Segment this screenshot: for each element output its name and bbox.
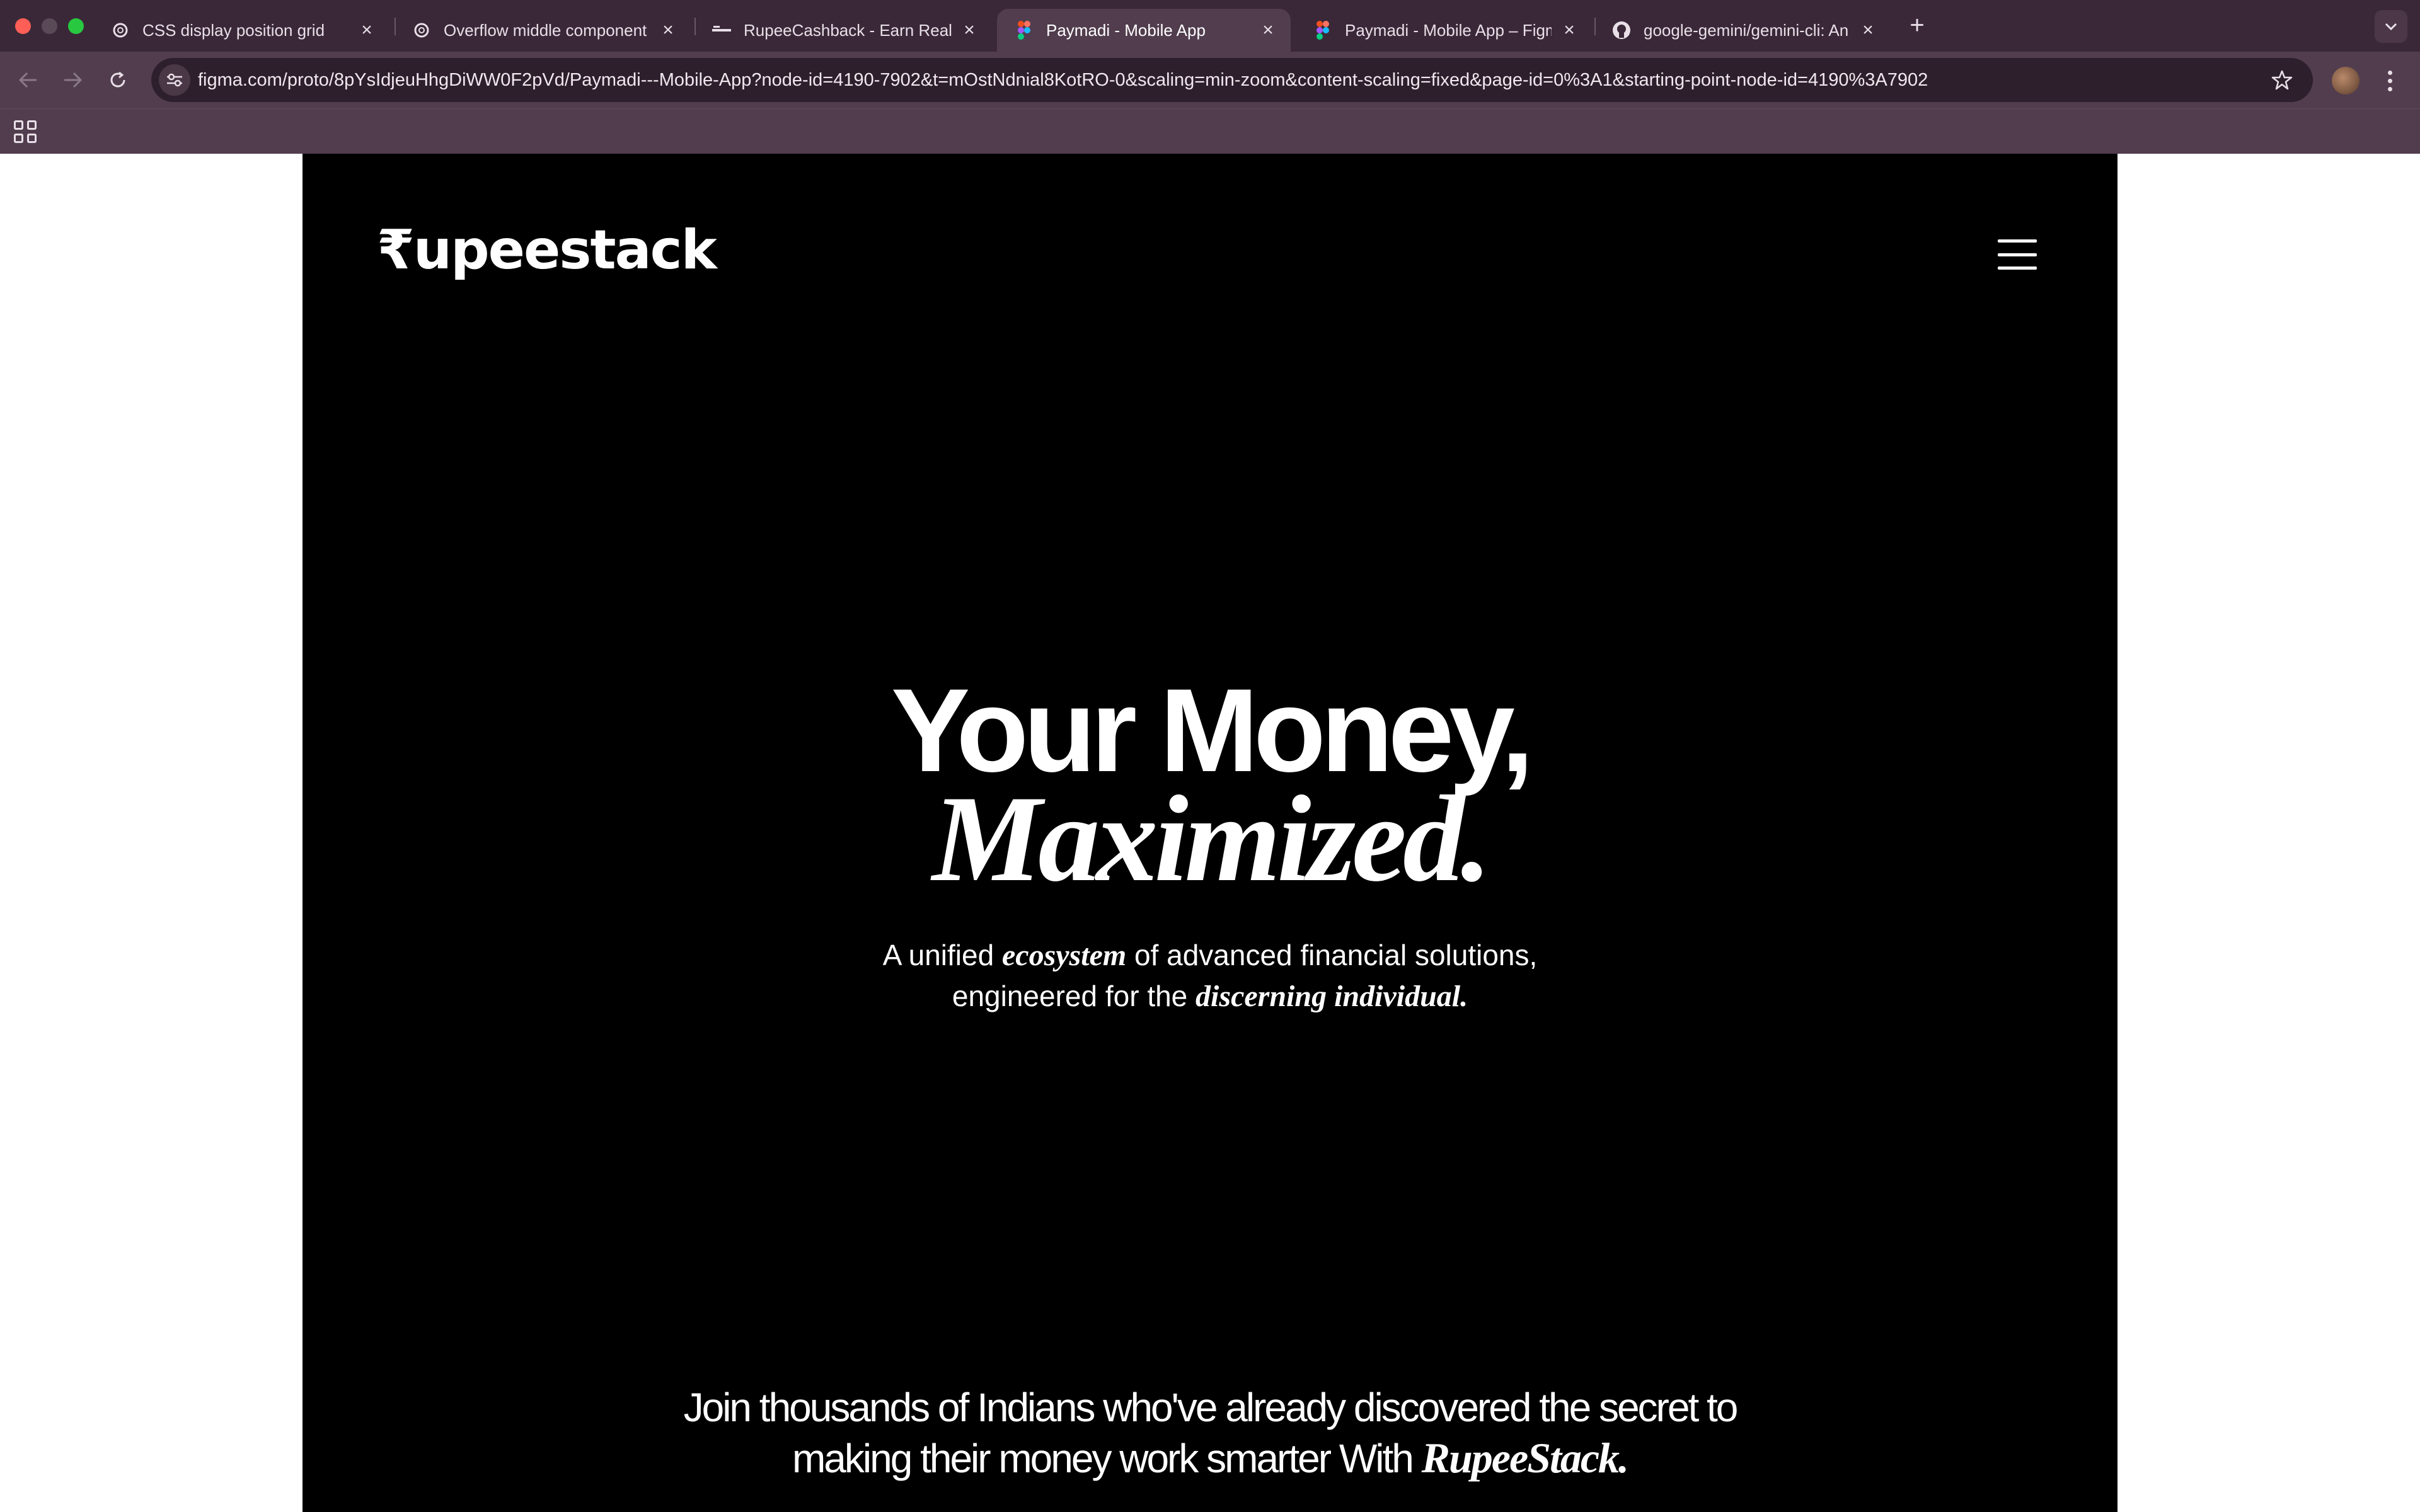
maximize-window-button[interactable] <box>68 18 84 34</box>
back-button[interactable] <box>13 64 44 96</box>
join-text: making their money work smarter With <box>792 1436 1422 1481</box>
bookmark-star-icon[interactable] <box>2267 66 2296 94</box>
browser-tab[interactable]: CSS display position grid × <box>93 9 389 52</box>
arrow-left-icon <box>18 72 37 88</box>
hero-line-1: Your Money, <box>890 664 1534 796</box>
url-text[interactable]: figma.com/proto/8pYsIdjeuHhgDiWW0F2pVd/P… <box>198 58 2215 102</box>
close-icon[interactable]: × <box>657 19 679 42</box>
hero-line-2: Maximized. <box>932 770 1492 907</box>
prototype-frame: ₹upeestack Your Money, Maximized. A unif… <box>302 154 2118 1512</box>
subtitle-emphasis: discerning individual. <box>1196 980 1468 1013</box>
chevron-down-icon <box>2385 23 2397 31</box>
hero-subtitle: A unified ecosystem of advanced financia… <box>302 935 2118 1017</box>
join-brand: RupeeStack. <box>1421 1434 1629 1482</box>
rupeecashback-icon <box>712 21 731 40</box>
menu-line <box>1998 253 2037 256</box>
figma-icon <box>1313 21 1332 40</box>
hero-heading: Your Money, Maximized. <box>302 664 2118 907</box>
subtitle-line-2: engineered for the discerning individual… <box>302 976 2118 1017</box>
figma-icon <box>1015 21 1034 40</box>
tab-search-button[interactable] <box>2375 10 2407 43</box>
address-bar[interactable]: figma.com/proto/8pYsIdjeuHhgDiWW0F2pVd/P… <box>151 58 2313 102</box>
hamburger-menu-icon[interactable] <box>1998 239 2037 270</box>
tab-title: Paymadi - Mobile App – Figm <box>1345 20 1552 40</box>
openai-icon <box>412 21 431 40</box>
close-window-button[interactable] <box>15 18 31 34</box>
subtitle-text: engineered for the <box>952 980 1196 1012</box>
minimize-window-button[interactable] <box>42 18 57 34</box>
apps-grid-icon[interactable] <box>14 120 37 143</box>
reload-button[interactable] <box>102 64 134 96</box>
join-line-2: making their money work smarter With Rup… <box>302 1433 2118 1484</box>
menu-line <box>1998 239 2037 243</box>
tab-title: Paymadi - Mobile App <box>1046 20 1206 40</box>
close-icon[interactable]: × <box>958 19 981 42</box>
openai-icon <box>111 21 130 40</box>
browser-menu-button[interactable] <box>2376 67 2404 94</box>
tab-title: CSS display position grid <box>142 20 325 40</box>
browser-tab[interactable]: google-gemini/gemini-cli: An × <box>1594 9 1891 52</box>
reload-icon <box>110 71 125 88</box>
tab-title: google-gemini/gemini-cli: An <box>1644 20 1849 40</box>
menu-dot <box>2387 86 2392 91</box>
rupeestack-logo[interactable]: ₹upeestack <box>377 223 717 277</box>
close-icon[interactable]: × <box>1857 19 1879 42</box>
browser-tab[interactable]: Paymadi - Mobile App – Figm × <box>1296 9 1592 52</box>
bookmarks-bar <box>0 108 2420 154</box>
browser-toolbar: figma.com/proto/8pYsIdjeuHhgDiWW0F2pVd/P… <box>0 52 2420 108</box>
join-statement: Join thousands of Indians who've already… <box>302 1382 2118 1484</box>
browser-tab[interactable]: Overflow middle component i × <box>395 9 691 52</box>
tab-title: Overflow middle component i <box>444 20 650 40</box>
browser-tab-active[interactable]: Paymadi - Mobile App × <box>997 9 1291 52</box>
subtitle-text: of advanced financial solutions, <box>1126 939 1538 971</box>
browser-tab[interactable]: RupeeCashback - Earn Real M × <box>694 9 992 52</box>
forward-button[interactable] <box>57 64 88 96</box>
close-icon[interactable]: × <box>1558 19 1581 42</box>
profile-avatar[interactable] <box>2332 67 2360 94</box>
menu-dot <box>2387 78 2392 83</box>
close-icon[interactable]: × <box>355 19 378 42</box>
new-tab-button[interactable]: + <box>1903 11 1931 39</box>
subtitle-text: A unified <box>882 939 1002 971</box>
menu-dot <box>2387 70 2392 75</box>
close-icon[interactable]: × <box>1257 19 1279 42</box>
github-icon <box>1612 21 1631 40</box>
browser-tab-bar: CSS display position grid × Overflow mid… <box>0 0 2420 52</box>
menu-line <box>1998 266 2037 270</box>
arrow-right-icon <box>64 72 83 88</box>
subtitle-emphasis: ecosystem <box>1001 939 1127 972</box>
join-line-1: Join thousands of Indians who've already… <box>683 1385 1739 1430</box>
page-viewport: ₹upeestack Your Money, Maximized. A unif… <box>0 154 2420 1512</box>
tab-title: RupeeCashback - Earn Real M <box>744 20 952 40</box>
subtitle-line-1: A unified ecosystem of advanced financia… <box>302 935 2118 976</box>
site-settings-icon[interactable] <box>159 64 190 96</box>
